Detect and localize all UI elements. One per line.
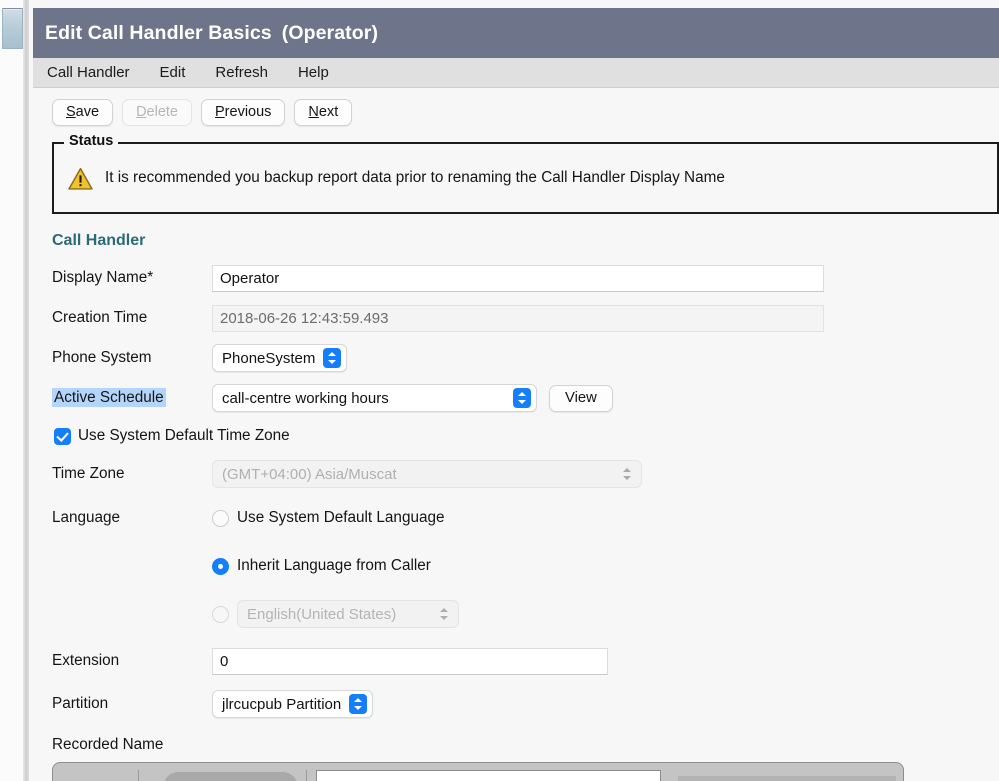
menu-refresh[interactable]: Refresh: [215, 64, 284, 81]
save-button-label: ave: [75, 104, 100, 120]
delete-button-mnemonic: D: [136, 104, 147, 120]
language-label: Language: [52, 509, 121, 526]
menubar: Call Handler Edit Refresh Help: [33, 58, 999, 88]
save-button[interactable]: Save: [52, 98, 114, 126]
view-schedule-button[interactable]: View: [549, 384, 613, 412]
active-schedule-select[interactable]: call-centre working hours: [212, 384, 537, 412]
creation-time-label: Creation Time: [52, 309, 148, 326]
player-progress-field[interactable]: [316, 770, 661, 781]
window-title: Edit Call Handler Basics (Operator): [45, 22, 378, 45]
row-partition: Partition jlrcucpub Partition: [52, 684, 999, 724]
menu-call-handler[interactable]: Call Handler: [47, 64, 146, 81]
extension-input[interactable]: 0: [212, 647, 608, 675]
status-section: Status It is recommended you backup repo…: [33, 133, 999, 214]
save-button-mnemonic: S: [66, 104, 76, 120]
chevron-updown-icon: [618, 464, 636, 484]
edit-call-handler-window: Edit Call Handler Basics (Operator) Call …: [33, 8, 999, 781]
next-button-label: ext: [318, 104, 339, 120]
recorded-name-label: Recorded Name: [52, 736, 164, 753]
call-handler-form: Call Handler Display Name* Operator Crea…: [33, 214, 999, 781]
language-inherit-label: Inherit Language from Caller: [237, 557, 431, 574]
left-gutter: [0, 0, 29, 781]
window-titlebar: Edit Call Handler Basics (Operator): [33, 8, 999, 58]
language-specific-radio[interactable]: [212, 605, 229, 623]
previous-button-mnemonic: P: [215, 104, 225, 120]
language-inherit-radio[interactable]: [212, 557, 229, 575]
row-use-system-default-timezone[interactable]: Use System Default Time Zone: [52, 418, 999, 454]
chevron-updown-icon: [323, 348, 342, 368]
language-specific-value: English(United States): [247, 605, 397, 623]
status-legend: Status: [64, 133, 119, 149]
use-system-default-timezone-checkbox[interactable]: [54, 427, 71, 445]
player-divider: [138, 770, 139, 781]
partition-select[interactable]: jlrcucpub Partition: [212, 690, 374, 718]
active-schedule-value: call-centre working hours: [222, 389, 389, 407]
row-phone-system: Phone System PhoneSystem: [52, 338, 999, 378]
background-window-tab[interactable]: [2, 8, 23, 49]
next-button[interactable]: Next: [294, 98, 353, 126]
time-zone-label: Time Zone: [52, 465, 125, 482]
active-schedule-label: Active Schedule: [52, 388, 166, 407]
delete-button[interactable]: Delete: [122, 98, 192, 126]
next-button-mnemonic: N: [308, 104, 319, 120]
extension-label: Extension: [52, 652, 120, 669]
partition-label: Partition: [52, 695, 109, 712]
phone-system-label: Phone System: [52, 349, 152, 366]
display-name-label: Display Name*: [52, 269, 154, 286]
row-time-zone: Time Zone (GMT+04:00) Asia/Muscat: [52, 454, 999, 494]
row-extension: Extension 0: [52, 638, 999, 684]
player-right-controls[interactable]: [678, 776, 896, 781]
warning-triangle-icon: [68, 167, 93, 190]
display-name-input[interactable]: Operator: [212, 264, 824, 292]
language-system-default-label: Use System Default Language: [237, 509, 445, 526]
chevron-updown-icon: [349, 694, 368, 714]
language-system-default-radio[interactable]: [212, 509, 229, 527]
row-creation-time: Creation Time 2018-06-26 12:43:59.493: [52, 298, 999, 338]
language-specific-select[interactable]: English(United States): [237, 600, 459, 628]
status-row: It is recommended you backup report data…: [54, 144, 997, 212]
chevron-updown-icon: [513, 388, 531, 408]
creation-time-value: 2018-06-26 12:43:59.493: [212, 304, 824, 332]
status-group-box: Status It is recommended you backup repo…: [52, 133, 999, 214]
status-message: It is recommended you backup report data…: [105, 169, 725, 186]
window-title-main: Edit Call Handler Basics: [45, 21, 272, 44]
action-toolbar: Save Delete Previous Next: [33, 88, 999, 136]
use-system-default-timezone-label: Use System Default Time Zone: [78, 427, 290, 444]
menu-edit[interactable]: Edit: [160, 64, 202, 81]
window-edge-shadow: [23, 0, 29, 781]
menu-help[interactable]: Help: [298, 64, 345, 81]
row-display-name: Display Name* Operator: [52, 258, 999, 298]
phone-system-value: PhoneSystem: [222, 349, 316, 367]
partition-value: jlrcucpub Partition: [222, 695, 342, 713]
phone-system-select[interactable]: PhoneSystem: [212, 344, 348, 372]
row-language-inherit: Inherit Language from Caller: [52, 542, 999, 590]
time-zone-value: (GMT+04:00) Asia/Muscat: [222, 465, 397, 483]
delete-button-label: elete: [146, 104, 178, 120]
row-language-system-default: Language Use System Default Language: [52, 494, 999, 542]
row-language-specific: English(United States): [52, 590, 999, 638]
player-transport-controls[interactable]: [163, 772, 298, 781]
previous-button[interactable]: Previous: [201, 98, 286, 126]
time-zone-select[interactable]: (GMT+04:00) Asia/Muscat: [212, 460, 642, 488]
section-title-call-handler: Call Handler: [52, 232, 146, 249]
previous-button-label: revious: [224, 104, 272, 120]
recorded-name-player[interactable]: [52, 762, 904, 781]
chevron-updown-icon: [435, 604, 453, 624]
screen-root: Edit Call Handler Basics (Operator) Call …: [0, 0, 999, 781]
row-active-schedule: Active Schedule call-centre working hour…: [52, 378, 999, 418]
window-title-subject: (Operator): [281, 21, 379, 44]
active-schedule-label-slot: Active Schedule: [52, 388, 212, 407]
player-divider: [306, 770, 307, 781]
